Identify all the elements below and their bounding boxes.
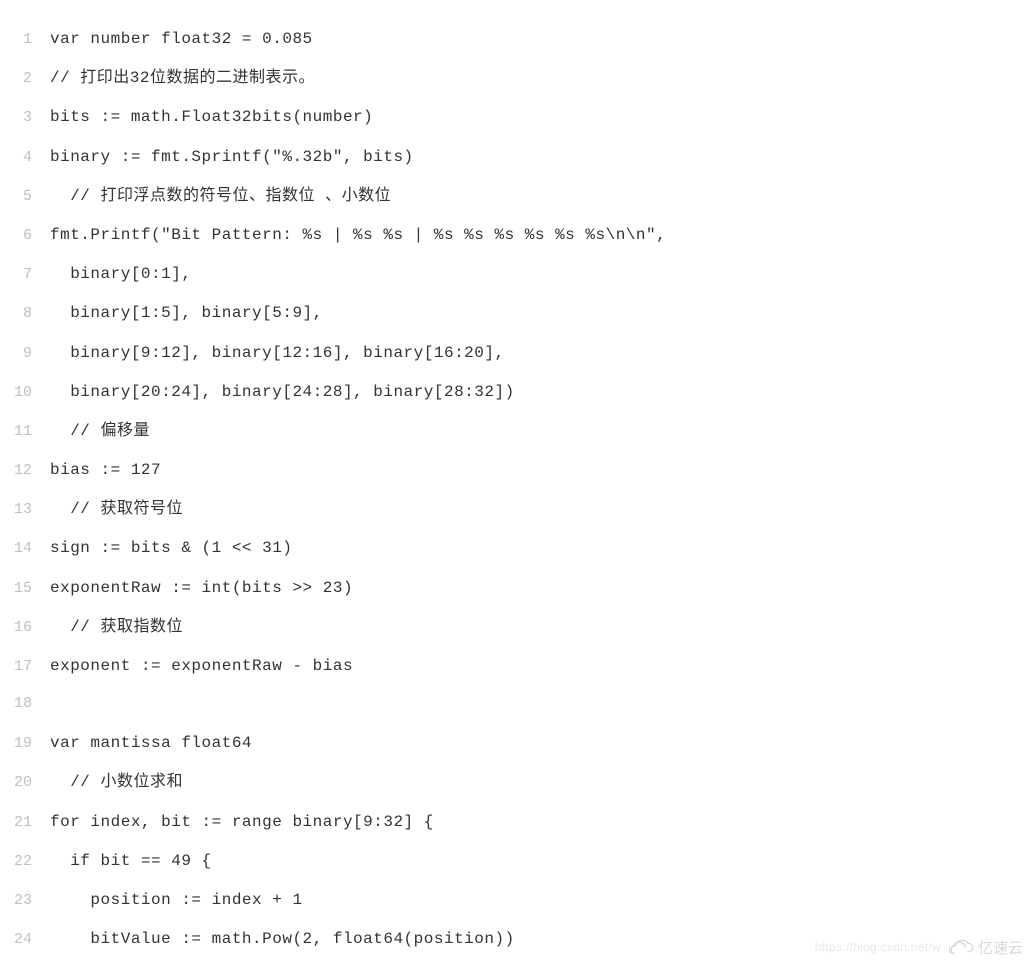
line-number: 7: [0, 257, 50, 294]
code-content: binary[9:12], binary[12:16], binary[16:2…: [50, 334, 505, 373]
code-content: sign := bits & (1 << 31): [50, 529, 292, 568]
line-number: 5: [0, 179, 50, 216]
watermark-brand: 亿速云: [948, 937, 1023, 958]
code-content: // 获取符号位: [50, 490, 183, 529]
code-content: binary[0:1],: [50, 255, 191, 294]
line-number: 24: [0, 922, 50, 959]
code-content: bitValue := math.Pow(2, float64(position…: [50, 920, 515, 959]
code-content: position := index + 1: [50, 881, 303, 920]
code-content: var number float32 = 0.085: [50, 20, 313, 59]
line-number: 6: [0, 218, 50, 255]
code-line: 4binary := fmt.Sprintf("%.32b", bits): [0, 138, 1031, 177]
code-line: 1var number float32 = 0.085: [0, 20, 1031, 59]
code-line: 10 binary[20:24], binary[24:28], binary[…: [0, 373, 1031, 412]
line-number: 14: [0, 531, 50, 568]
line-number: 8: [0, 296, 50, 333]
line-number: 20: [0, 765, 50, 802]
code-content: exponent := exponentRaw - bias: [50, 647, 353, 686]
line-number: 10: [0, 375, 50, 412]
line-number: 21: [0, 805, 50, 842]
watermark-brand-text: 亿速云: [978, 937, 1023, 958]
code-content: for index, bit := range binary[9:32] {: [50, 803, 434, 842]
code-content: exponentRaw := int(bits >> 23): [50, 569, 353, 608]
code-line: 17exponent := exponentRaw - bias: [0, 647, 1031, 686]
code-block: 1var number float32 = 0.0852// 打印出32位数据的…: [0, 0, 1031, 959]
line-number: 3: [0, 100, 50, 137]
code-content: // 打印出32位数据的二进制表示。: [50, 59, 315, 98]
line-number: 12: [0, 453, 50, 490]
line-number: 15: [0, 571, 50, 608]
watermark-csdn: https://blog.csdn.net/w: [815, 940, 941, 954]
code-content: // 偏移量: [50, 412, 150, 451]
code-line: 21for index, bit := range binary[9:32] {: [0, 803, 1031, 842]
code-line: 20 // 小数位求和: [0, 763, 1031, 802]
code-content: bits := math.Float32bits(number): [50, 98, 373, 137]
line-number: 11: [0, 414, 50, 451]
line-number: 19: [0, 726, 50, 763]
code-content: var mantissa float64: [50, 724, 252, 763]
line-number: 18: [0, 686, 50, 723]
code-content: binary[1:5], binary[5:9],: [50, 294, 323, 333]
line-number: 1: [0, 22, 50, 59]
code-content: fmt.Printf("Bit Pattern: %s | %s %s | %s…: [50, 216, 666, 255]
code-line: 19var mantissa float64: [0, 724, 1031, 763]
code-line: 16 // 获取指数位: [0, 608, 1031, 647]
code-content: // 打印浮点数的符号位、指数位 、小数位: [50, 177, 391, 216]
line-number: 2: [0, 61, 50, 98]
code-line: 3bits := math.Float32bits(number): [0, 98, 1031, 137]
line-number: 4: [0, 140, 50, 177]
cloud-icon: [948, 939, 974, 957]
code-line: 14sign := bits & (1 << 31): [0, 529, 1031, 568]
code-line: 18: [0, 686, 1031, 724]
line-number: 17: [0, 649, 50, 686]
code-line: 23 position := index + 1: [0, 881, 1031, 920]
code-line: 2// 打印出32位数据的二进制表示。: [0, 59, 1031, 98]
code-line: 22 if bit == 49 {: [0, 842, 1031, 881]
code-line: 8 binary[1:5], binary[5:9],: [0, 294, 1031, 333]
line-number: 13: [0, 492, 50, 529]
code-content: // 获取指数位: [50, 608, 183, 647]
line-number: 23: [0, 883, 50, 920]
code-content: binary[20:24], binary[24:28], binary[28:…: [50, 373, 515, 412]
code-content: // 小数位求和: [50, 763, 183, 802]
code-line: 11 // 偏移量: [0, 412, 1031, 451]
line-number: 22: [0, 844, 50, 881]
code-line: 6fmt.Printf("Bit Pattern: %s | %s %s | %…: [0, 216, 1031, 255]
code-line: 15exponentRaw := int(bits >> 23): [0, 569, 1031, 608]
code-line: 13 // 获取符号位: [0, 490, 1031, 529]
code-line: 12bias := 127: [0, 451, 1031, 490]
code-line: 7 binary[0:1],: [0, 255, 1031, 294]
code-content: binary := fmt.Sprintf("%.32b", bits): [50, 138, 414, 177]
code-content: bias := 127: [50, 451, 161, 490]
line-number: 9: [0, 336, 50, 373]
line-number: 16: [0, 610, 50, 647]
code-content: if bit == 49 {: [50, 842, 212, 881]
code-line: 9 binary[9:12], binary[12:16], binary[16…: [0, 334, 1031, 373]
code-line: 5 // 打印浮点数的符号位、指数位 、小数位: [0, 177, 1031, 216]
